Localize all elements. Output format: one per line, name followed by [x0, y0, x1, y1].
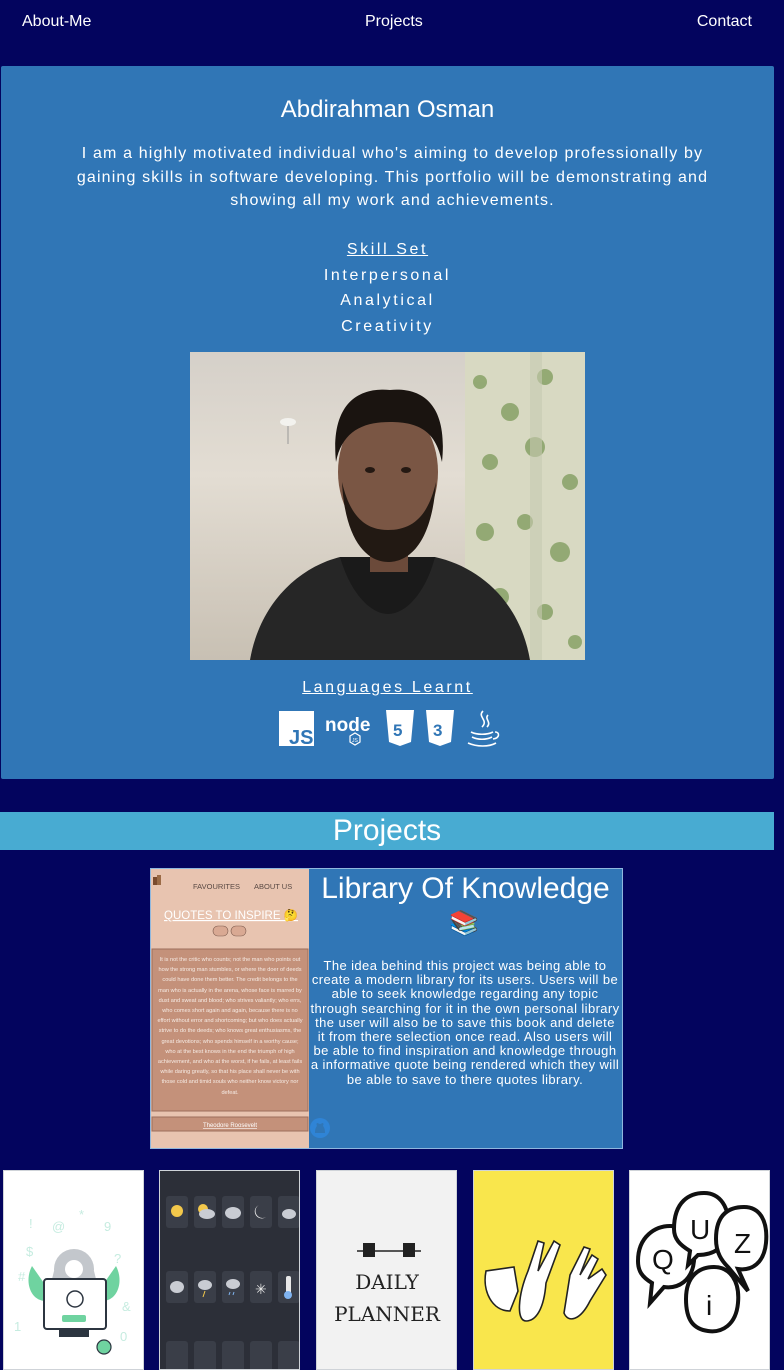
javascript-icon: JS [279, 711, 314, 749]
rock-paper-scissors-thumbnail[interactable] [473, 1170, 614, 1370]
skill-item: Creativity [341, 317, 434, 335]
weather-dashboard-thumbnail[interactable]: ✳ [159, 1170, 300, 1370]
nav-about-link[interactable]: About-Me [22, 13, 91, 31]
svg-text:FAVOURITES: FAVOURITES [193, 882, 240, 891]
top-nav: About-Me Projects Contact [0, 0, 784, 46]
about-card: Abdirahman Osman I am a highly motivated… [1, 66, 774, 779]
daily-planner-thumbnail[interactable]: DAILY PLANNER [316, 1170, 457, 1370]
svg-text:JS: JS [352, 738, 359, 744]
quiz-thumbnail[interactable]: Q U Z i [629, 1170, 770, 1370]
svg-text:✳: ✳ [255, 1281, 267, 1297]
css3-icon: 3 [426, 710, 454, 746]
password-generator-thumbnail[interactable]: ! @ * 9 $? # & 1 0 [3, 1170, 144, 1370]
svg-text:node: node [325, 715, 370, 736]
svg-text:#: # [18, 1269, 26, 1284]
nodejs-icon: node JS [325, 715, 370, 746]
svg-text:$: $ [26, 1244, 34, 1259]
project-screenshot[interactable]: FAVOURITES ABOUT US QUOTES TO INSPIRE 🤔 … [151, 869, 309, 1148]
books-emoji: 📚 [449, 910, 479, 937]
svg-text:9: 9 [104, 1219, 111, 1234]
svg-text:i: i [706, 1290, 712, 1321]
skill-item: Interpersonal [323, 266, 452, 284]
profile-name: Abdirahman Osman [280, 96, 495, 123]
projects-heading: Projects [0, 812, 774, 850]
language-icons: JS node JS 5 3 [279, 708, 501, 749]
svg-text:*: * [79, 1207, 84, 1222]
svg-text:U: U [690, 1214, 710, 1245]
nav-contact-link[interactable]: Contact [697, 13, 752, 31]
nav-projects-link[interactable]: Projects [365, 13, 423, 31]
quote-text: It is not the critic who counts; not the… [157, 957, 303, 1096]
skill-set-heading: Skill Set [346, 241, 429, 258]
svg-text:Z: Z [734, 1228, 751, 1259]
svg-text:0: 0 [120, 1329, 127, 1344]
svg-text:1: 1 [14, 1319, 21, 1334]
svg-text:&: & [122, 1299, 131, 1314]
github-icon[interactable] [309, 1117, 331, 1139]
html5-icon: 5 [386, 710, 414, 746]
svg-text:3: 3 [433, 721, 442, 740]
svg-text:!: ! [29, 1216, 33, 1231]
svg-text:QUOTES TO INSPIRE 🤔: QUOTES TO INSPIRE 🤔 [164, 908, 298, 922]
bio-text: I am a highly motivated individual who's… [76, 145, 709, 209]
project-description: The idea behind this project was being a… [310, 958, 620, 1087]
skill-set: Skill Set Interpersonal Analytical Creat… [1, 237, 774, 339]
planner-label: PLANNER [334, 1302, 441, 1326]
daily-label: DAILY [355, 1270, 419, 1294]
java-icon [467, 710, 500, 747]
languages-heading: Languages Learnt [302, 679, 473, 696]
svg-text:ABOUT US: ABOUT US [254, 882, 292, 891]
svg-text:JS: JS [289, 727, 313, 748]
svg-text:Theodore Roosevelt: Theodore Roosevelt [203, 1123, 257, 1129]
svg-text:Q: Q [652, 1244, 674, 1275]
svg-text:5: 5 [393, 721, 402, 740]
skill-item: Analytical [340, 292, 435, 309]
featured-project-card[interactable]: FAVOURITES ABOUT US QUOTES TO INSPIRE 🤔 … [150, 868, 623, 1149]
project-title: Library Of Knowledge [321, 872, 610, 905]
svg-text:@: @ [52, 1219, 65, 1234]
svg-text:?: ? [114, 1251, 121, 1266]
profile-photo [190, 352, 585, 660]
